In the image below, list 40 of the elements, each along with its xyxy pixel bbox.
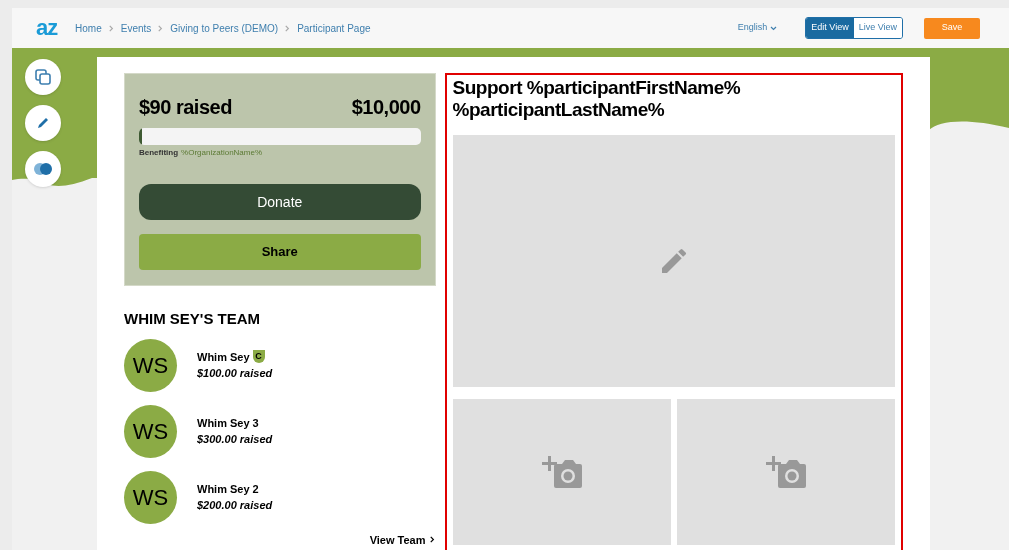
view-toggle[interactable]: Edit View: [806, 18, 854, 38]
chevron-icon: [157, 24, 165, 32]
add-photo-icon: [541, 454, 582, 490]
photo-placeholder[interactable]: [676, 399, 895, 545]
team-title: WHIM SEY'S TEAM: [124, 309, 262, 329]
breadcrumb-link[interactable]: Home: [75, 20, 102, 36]
view-toggle[interactable]: Live View: [853, 18, 902, 38]
photo-placeholder[interactable]: [452, 399, 671, 545]
breadcrumb-link[interactable]: Events: [120, 20, 152, 36]
chevron-icon: [284, 24, 292, 32]
avatar: WS: [124, 404, 177, 458]
share-button[interactable]: Share: [139, 234, 421, 270]
copy-icon: [34, 68, 52, 86]
member-raised: $200.00 raised: [197, 498, 273, 513]
benefiting-label: Benefiting: [139, 147, 179, 159]
save-button[interactable]: Save: [924, 17, 980, 39]
breadcrumb-link[interactable]: Giving to Peers (DEMO): [170, 20, 279, 36]
member-name: Whim Sey 3: [197, 415, 259, 431]
avatar: WS: [124, 338, 177, 392]
story-title: Support %participantFirstName% %participantLastName%: [452, 77, 742, 121]
pencil-icon: [36, 116, 50, 130]
breadcrumb-link[interactable]: Participant Page: [297, 20, 371, 36]
organization-name: %OrganizationName%: [181, 147, 263, 159]
add-photo-icon: [765, 454, 806, 490]
goal-amount: $10,000: [351, 95, 421, 120]
raised-amount: $90 raised: [139, 95, 232, 120]
member-raised: $100.00 raised: [197, 366, 273, 381]
logo[interactable]: az: [36, 17, 58, 39]
donate-button[interactable]: Donate: [139, 184, 421, 220]
language-dropdown[interactable]: English: [737, 21, 778, 35]
member-name: Whim Sey 2: [197, 481, 259, 497]
avatar: WS: [124, 470, 177, 524]
view-team-link[interactable]: View Team: [369, 531, 436, 548]
caret-icon: [770, 25, 778, 31]
captain-badge: C: [252, 350, 265, 364]
chevron-icon: [107, 24, 115, 32]
member-raised: $300.00 raised: [197, 432, 273, 447]
chevron-icon: [428, 536, 436, 544]
member-name: Whim Sey: [197, 349, 250, 365]
toggle-icon: [32, 162, 54, 176]
